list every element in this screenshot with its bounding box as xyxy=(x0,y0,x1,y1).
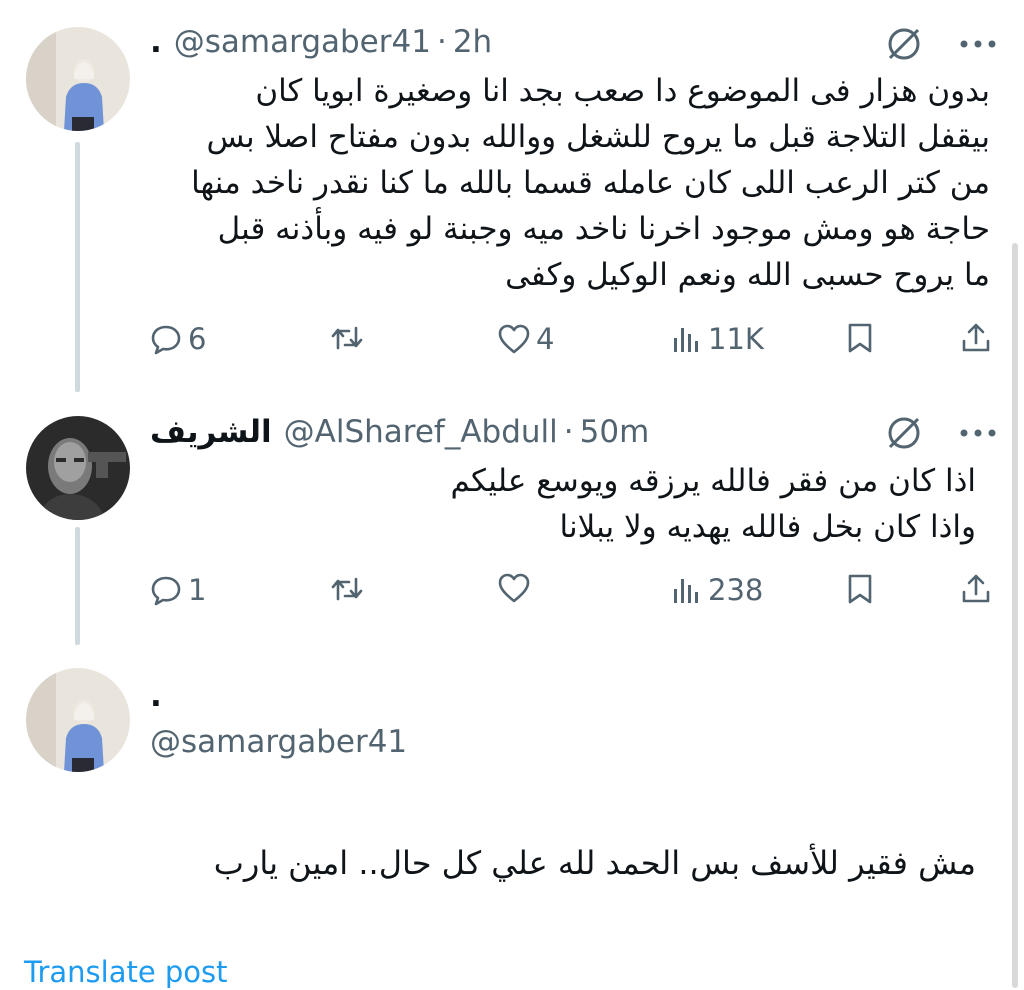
share-icon xyxy=(960,573,992,605)
share-button[interactable] xyxy=(960,322,992,354)
bookmark-icon xyxy=(846,573,874,605)
retweet-button[interactable] xyxy=(330,322,370,354)
bookmark-button[interactable] xyxy=(846,573,874,605)
display-name[interactable]: . xyxy=(150,678,162,714)
views-icon xyxy=(672,324,702,354)
share-button[interactable] xyxy=(960,573,992,605)
grok-icon[interactable] xyxy=(884,24,924,64)
retweet-icon xyxy=(330,573,364,605)
tweet-text-line: اذا كان من فقر فالله يرزقه ويوسع عليكم xyxy=(450,463,976,499)
tweet-text-line: حاجة هو ومش موجود اخرنا ناخد ميه وجبنة ل… xyxy=(217,211,990,247)
reply-icon xyxy=(150,574,182,606)
views-icon xyxy=(672,575,702,605)
tweet-text-line: ما يروح حسبى الله ونعم الوكيل وكفى xyxy=(505,257,990,293)
avatar[interactable] xyxy=(26,416,130,520)
like-icon xyxy=(498,324,530,354)
bookmark-button[interactable] xyxy=(846,322,874,354)
avatar[interactable] xyxy=(26,668,130,772)
user-handle[interactable]: @samargaber41 xyxy=(150,722,407,762)
tweet-text: بدون هزار فى الموضوع دا صعب بجد انا وصغي… xyxy=(150,68,990,298)
thread-line xyxy=(75,527,80,645)
tweet-top-icons xyxy=(884,413,998,453)
tweet-top-icons xyxy=(884,24,998,64)
reply-button[interactable]: 6 xyxy=(150,322,206,356)
reply-button[interactable]: 1 xyxy=(150,573,206,607)
reply-count: 6 xyxy=(188,322,207,356)
like-count: 4 xyxy=(536,322,555,356)
tweet-text-line: واذا كان بخل فالله يهديه ولا يبلانا xyxy=(559,509,976,545)
avatar[interactable] xyxy=(26,27,130,131)
bookmark-icon xyxy=(846,322,874,354)
views-button[interactable]: 238 xyxy=(672,573,763,607)
scrollbar[interactable] xyxy=(1012,243,1018,988)
reply-count: 1 xyxy=(188,573,207,607)
views-count: 11K xyxy=(708,322,764,356)
views-count: 238 xyxy=(708,573,764,607)
tweet-text: اذا كان من فقر فالله يرزقه ويوسع عليكم و… xyxy=(150,458,976,550)
tweet-header: . @samargaber41 · 2h xyxy=(150,24,492,60)
display-name[interactable]: . xyxy=(150,24,162,60)
tweet-header: الشريف @AlSharef_Abdull · 50m xyxy=(150,414,649,450)
user-handle[interactable]: @samargaber41 xyxy=(174,24,431,60)
tweet-text-line: بيقفل التلاجة قبل ما يروح للشغل ووالله ب… xyxy=(206,119,990,155)
more-icon[interactable] xyxy=(958,38,998,50)
like-icon xyxy=(498,573,530,603)
tweet-actions: 6 4 11K xyxy=(150,322,1000,362)
tweet-text-line: من كتر الرعب اللى كان عامله قسما بالله م… xyxy=(191,165,990,201)
share-icon xyxy=(960,322,992,354)
like-button[interactable] xyxy=(498,573,536,603)
tweet-text-line: بدون هزار فى الموضوع دا صعب بجد انا وصغي… xyxy=(255,73,990,109)
post-text: مش فقير للأسف بس الحمد لله علي كل حال.. … xyxy=(213,844,976,882)
views-button[interactable]: 11K xyxy=(672,322,764,356)
like-button[interactable]: 4 xyxy=(498,322,554,356)
timestamp[interactable]: 2h xyxy=(453,24,492,60)
tweet-actions: 1 238 xyxy=(150,573,1000,613)
timestamp[interactable]: 50m xyxy=(580,414,650,450)
user-handle[interactable]: @AlSharef_Abdull xyxy=(284,414,558,450)
grok-icon[interactable] xyxy=(884,413,924,453)
display-name[interactable]: الشريف xyxy=(150,414,272,450)
retweet-icon xyxy=(330,322,364,354)
thread-line xyxy=(75,142,80,392)
reply-icon xyxy=(150,323,182,355)
retweet-button[interactable] xyxy=(330,573,370,605)
translate-post-link[interactable]: Translate post xyxy=(24,955,228,989)
more-icon[interactable] xyxy=(958,427,998,439)
separator: · xyxy=(563,414,574,450)
separator: · xyxy=(436,24,447,60)
